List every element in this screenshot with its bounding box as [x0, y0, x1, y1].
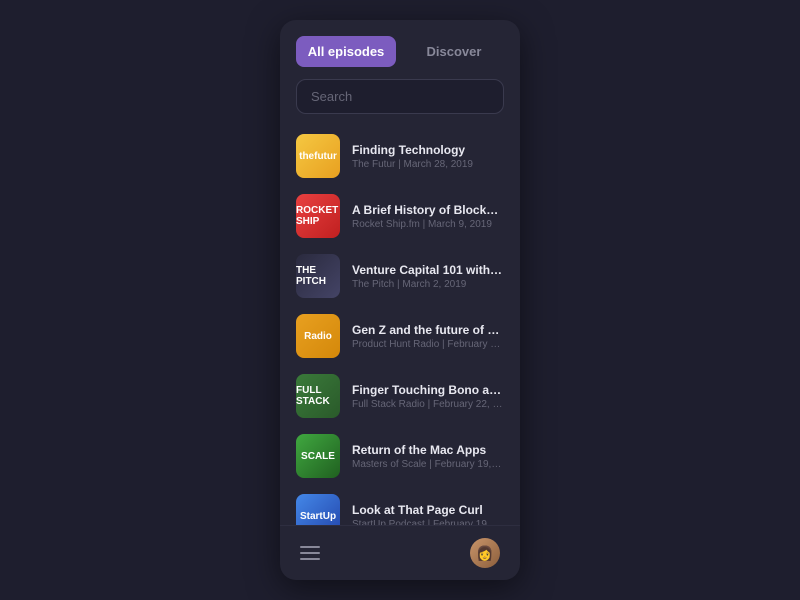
episode-info: Finger Touching Bono and Stuff Full Stack…	[352, 383, 504, 410]
episode-meta: The Pitch | March 2, 2019	[352, 279, 504, 290]
episode-meta: Product Hunt Radio | February 25, 2019	[352, 339, 504, 350]
app-container: All episodes Discover thefutur Finding Te…	[280, 20, 520, 580]
episode-meta: Full Stack Radio | February 22, 2019	[352, 399, 504, 410]
episode-title: Look at That Page Curl	[352, 503, 504, 517]
episode-info: Gen Z and the future of social apps Produ…	[352, 323, 504, 350]
episode-list: thefutur Finding Technology The Futur | Ma…	[280, 126, 520, 525]
episode-item[interactable]: THE PITCH Venture Capital 101 with Eric B…	[288, 246, 512, 306]
episode-item[interactable]: FULL STACK Finger Touching Bono and Stuff…	[288, 366, 512, 426]
menu-icon[interactable]	[300, 546, 320, 560]
episode-meta: Rocket Ship.fm | March 9, 2019	[352, 219, 504, 230]
episode-title: A Brief History of Blockchain	[352, 203, 504, 217]
episode-title: Gen Z and the future of social apps	[352, 323, 504, 337]
bottom-bar: 👩	[280, 525, 520, 580]
episode-item[interactable]: thefutur Finding Technology The Futur | Ma…	[288, 126, 512, 186]
episode-thumb: ROCKET SHIP	[296, 194, 340, 238]
search-input[interactable]	[296, 79, 504, 114]
episode-title: Finger Touching Bono and Stuff	[352, 383, 504, 397]
episode-meta: The Futur | March 28, 2019	[352, 159, 504, 170]
episode-info: Venture Capital 101 with Eric Bahn The Pi…	[352, 263, 504, 290]
search-container	[280, 79, 520, 126]
episode-title: Return of the Mac Apps	[352, 443, 504, 457]
episode-item[interactable]: ROCKET SHIP A Brief History of Blockchain…	[288, 186, 512, 246]
episode-info: A Brief History of Blockchain Rocket Ship…	[352, 203, 504, 230]
tab-all-episodes[interactable]: All episodes	[296, 36, 396, 67]
episode-item[interactable]: StartUp Look at That Page CurlStartUp Pod…	[288, 486, 512, 525]
episode-title: Finding Technology	[352, 143, 504, 157]
episode-thumb: thefutur	[296, 134, 340, 178]
episode-thumb: Radio	[296, 314, 340, 358]
episode-thumb: FULL STACK	[296, 374, 340, 418]
episode-item[interactable]: Radio Gen Z and the future of social apps…	[288, 306, 512, 366]
episode-info: Look at That Page CurlStartUp Podcast | …	[352, 503, 504, 526]
tab-discover[interactable]: Discover	[404, 36, 504, 67]
episode-meta: Masters of Scale | February 19, 2019	[352, 459, 504, 470]
episode-thumb: THE PITCH	[296, 254, 340, 298]
avatar[interactable]: 👩	[470, 538, 500, 568]
episode-thumb: SCALE	[296, 434, 340, 478]
episode-info: Return of the Mac Apps Masters of Scale |…	[352, 443, 504, 470]
tab-bar: All episodes Discover	[280, 20, 520, 79]
episode-info: Finding Technology The Futur | March 28, …	[352, 143, 504, 170]
episode-thumb: StartUp	[296, 494, 340, 525]
episode-item[interactable]: SCALE Return of the Mac Apps Masters of Sc…	[288, 426, 512, 486]
episode-title: Venture Capital 101 with Eric Bahn	[352, 263, 504, 277]
